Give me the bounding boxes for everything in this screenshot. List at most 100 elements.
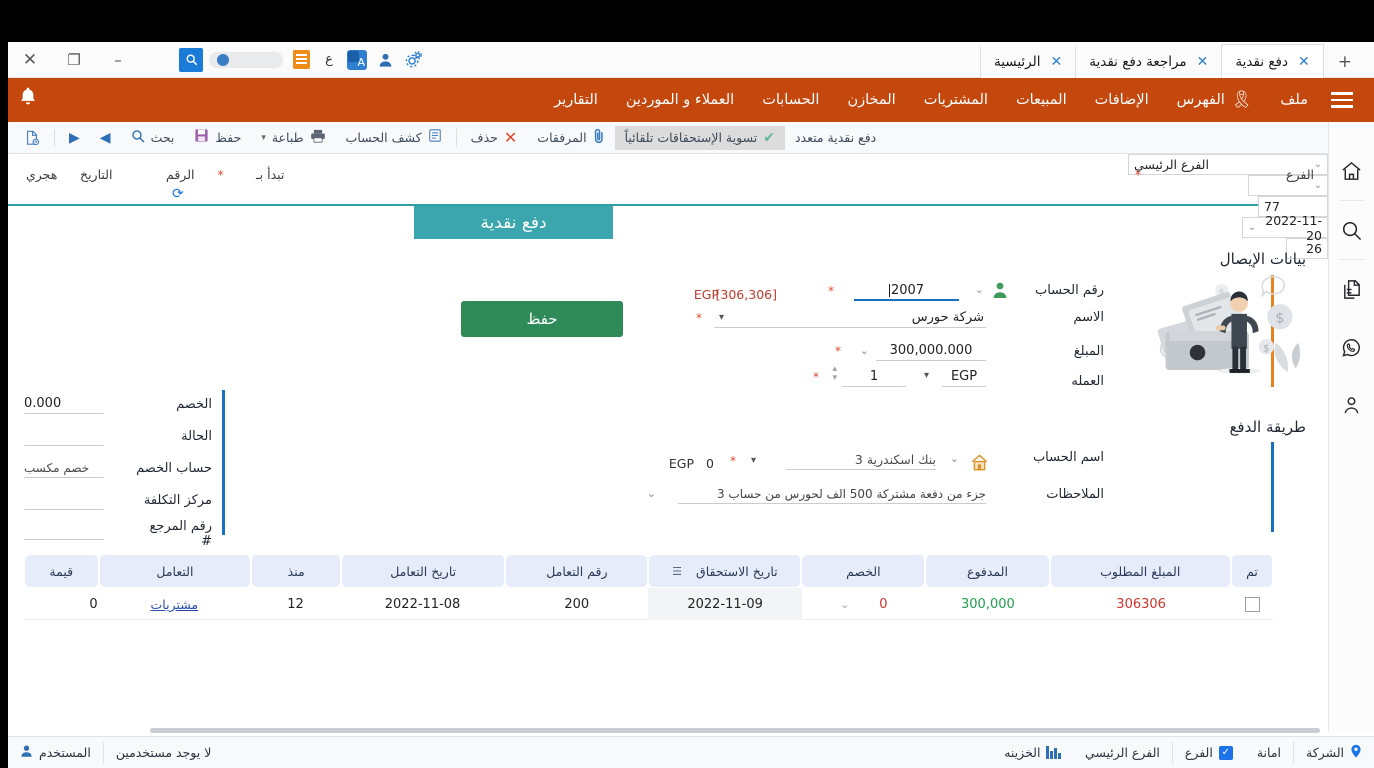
chevron-down-icon[interactable]: ⌄ — [1314, 180, 1322, 191]
menu-item-file[interactable]: ملف — [1266, 92, 1322, 108]
user-icon[interactable] — [372, 47, 398, 73]
translate-icon[interactable]: A — [344, 47, 370, 73]
cell-deal-type[interactable]: مشتريات — [98, 588, 251, 620]
name-input[interactable]: شركة حورس — [714, 308, 986, 328]
notes-input[interactable]: جزء من دفعة مشتركة 500 الف لحورس من حساب… — [678, 484, 986, 504]
chevron-down-icon[interactable]: ▾ — [719, 312, 724, 323]
menu-item-addons[interactable]: الإضافات — [1081, 92, 1163, 108]
filter-icon[interactable]: ☰ — [672, 565, 682, 578]
cost-center-input[interactable] — [24, 490, 104, 510]
tab-close-icon[interactable]: ✕ — [1298, 54, 1310, 70]
column-header-due-date[interactable]: تاريخ الاستحقاق ☰ — [649, 555, 800, 587]
hamburger-menu-icon[interactable] — [1322, 92, 1362, 108]
menu-item-customers-suppliers[interactable]: العملاء و الموردين — [612, 92, 748, 108]
payment-account-input[interactable]: بنك اسكندرية 3 — [786, 450, 936, 470]
reference-input[interactable] — [24, 520, 104, 540]
chevron-down-icon[interactable]: ▾ — [924, 370, 929, 381]
amount-input[interactable]: 300,000.000 — [876, 341, 986, 361]
column-header-required-amount[interactable]: المبلغ المطلوب — [1051, 555, 1230, 587]
column-header-since[interactable]: منذ — [252, 555, 340, 587]
column-header-paid[interactable]: المدفوع — [926, 555, 1048, 587]
home-icon[interactable] — [1329, 142, 1374, 200]
tab-cash-payment[interactable]: ✕ دفع نقدية — [1221, 44, 1323, 78]
attachments-button[interactable]: المرفقات — [527, 125, 614, 151]
account-number-input[interactable]: 2007 — [854, 281, 959, 301]
tab-close-icon[interactable]: ✕ — [1051, 54, 1063, 70]
new-document-button[interactable] — [14, 125, 50, 151]
chevron-down-icon[interactable]: ▾ — [261, 133, 266, 143]
tab-home[interactable]: ✕ الرئيسية — [980, 46, 1075, 78]
column-header-deal-number[interactable]: رقم التعامل — [506, 555, 647, 587]
window-close-button[interactable]: ✕ — [8, 43, 52, 77]
multi-cash-payment-button[interactable]: دفع نقدية متعدد — [785, 125, 886, 151]
tab-close-icon[interactable]: ✕ — [1197, 54, 1209, 70]
auto-settle-dues-button[interactable]: تسوية الإستحقاقات تلقائياً ✔ — [615, 126, 785, 150]
column-header-deal-date[interactable]: تاريخ التعامل — [342, 555, 504, 587]
gear-icon[interactable] — [400, 47, 426, 73]
status-user[interactable]: المستخدم — [8, 742, 104, 764]
chevron-down-icon[interactable]: ⌄ — [1314, 159, 1322, 170]
menu-item-reports[interactable]: التقارير — [540, 92, 612, 108]
deal-type-link[interactable]: مشتريات — [151, 597, 199, 612]
branch-label: الفرع — [1286, 167, 1314, 182]
next-record-button[interactable]: ▶ — [59, 125, 90, 151]
payment-account-balance: 0 — [706, 456, 714, 471]
cell-discount[interactable]: 0 ⌄ — [802, 588, 926, 620]
delete-button[interactable]: حذف ✕ — [461, 125, 528, 151]
chevron-down-icon[interactable]: ⌄ — [860, 344, 869, 357]
menu-item-warehouses[interactable]: المخازن — [833, 92, 909, 108]
window-minimize-button[interactable]: – — [96, 43, 140, 77]
search-icon[interactable] — [1329, 201, 1374, 259]
save-button[interactable]: حفظ — [184, 125, 251, 151]
column-header-discount[interactable]: الخصم — [802, 555, 924, 587]
chevron-down-icon[interactable]: ⌄ — [647, 487, 656, 500]
date-input[interactable]: ⌄ 2022-11-20 — [1242, 217, 1328, 238]
menu-item-purchases[interactable]: المشتريات — [910, 92, 1002, 108]
tab-review-cash-payment[interactable]: ✕ مراجعة دفع نقدية — [1075, 46, 1221, 78]
menu-list-icon[interactable] — [288, 47, 314, 73]
account-person-icon[interactable] — [991, 281, 1009, 303]
toolbar-label: حفظ — [215, 130, 241, 145]
home-icon[interactable] — [970, 453, 989, 476]
chevron-down-icon[interactable]: ⌄ — [840, 598, 849, 611]
account-statement-button[interactable]: كشف الحساب — [336, 125, 452, 151]
chevron-down-icon[interactable]: ⌄ — [975, 283, 984, 296]
window-restore-button[interactable]: ❐ — [52, 43, 96, 77]
chevron-down-icon[interactable]: ▾ — [751, 455, 756, 466]
cell-paid[interactable]: 300,000 — [926, 588, 1050, 620]
taskbar-toggle[interactable] — [206, 47, 286, 73]
menu-item-accounts[interactable]: الحسابات — [748, 92, 833, 108]
search-button[interactable]: بحث — [121, 125, 185, 151]
discount-input[interactable]: 0.000 — [24, 394, 104, 414]
search-icon[interactable] — [178, 47, 204, 73]
chevron-down-icon[interactable]: ⌄ — [1248, 222, 1256, 233]
application-window: ✕ ❐ – ع A — [0, 0, 1374, 768]
status-branch[interactable]: الفرع ✓ — [1172, 742, 1245, 764]
cell-done[interactable] — [1232, 588, 1273, 620]
column-header-deal-type[interactable]: التعامل — [100, 555, 251, 587]
column-header-value[interactable]: قيمة — [25, 555, 98, 587]
status-company[interactable]: الشركة — [1293, 742, 1374, 764]
menu-item-sales[interactable]: المبيعات — [1002, 92, 1081, 108]
discount-account-input[interactable]: خصم مكسب — [24, 458, 104, 478]
save-document-button[interactable]: حفظ — [461, 301, 623, 337]
language-indicator[interactable]: ع — [316, 47, 342, 73]
chevron-down-icon[interactable]: ⌄ — [950, 452, 959, 465]
column-header-done[interactable]: تم — [1232, 555, 1272, 587]
documents-icon[interactable] — [1329, 260, 1374, 318]
spinner-stepper[interactable]: ▴▾ — [832, 365, 837, 383]
menu-item-index[interactable]: 🎗 الفهرس — [1163, 90, 1267, 110]
table-row[interactable]: 306306 300,000 0 ⌄ 2022-11-09 200 2022-1… — [24, 588, 1273, 620]
status-input[interactable] — [24, 426, 104, 446]
currency-rate-input[interactable]: 1 — [842, 367, 906, 387]
refresh-number-icon[interactable]: ⟳ — [172, 186, 184, 202]
prev-record-button[interactable]: ◀ — [90, 125, 121, 151]
user-icon[interactable] — [1329, 376, 1374, 434]
status-treasury[interactable]: الخزينه — [992, 742, 1073, 764]
print-button[interactable]: ▾ طباعة — [251, 125, 335, 151]
notifications-bell-icon[interactable] — [18, 86, 38, 112]
whatsapp-icon[interactable] — [1329, 318, 1374, 376]
horizontal-scrollbar[interactable] — [150, 728, 1320, 733]
row-checkbox[interactable] — [1245, 597, 1260, 612]
new-tab-button[interactable]: + — [1324, 46, 1366, 78]
